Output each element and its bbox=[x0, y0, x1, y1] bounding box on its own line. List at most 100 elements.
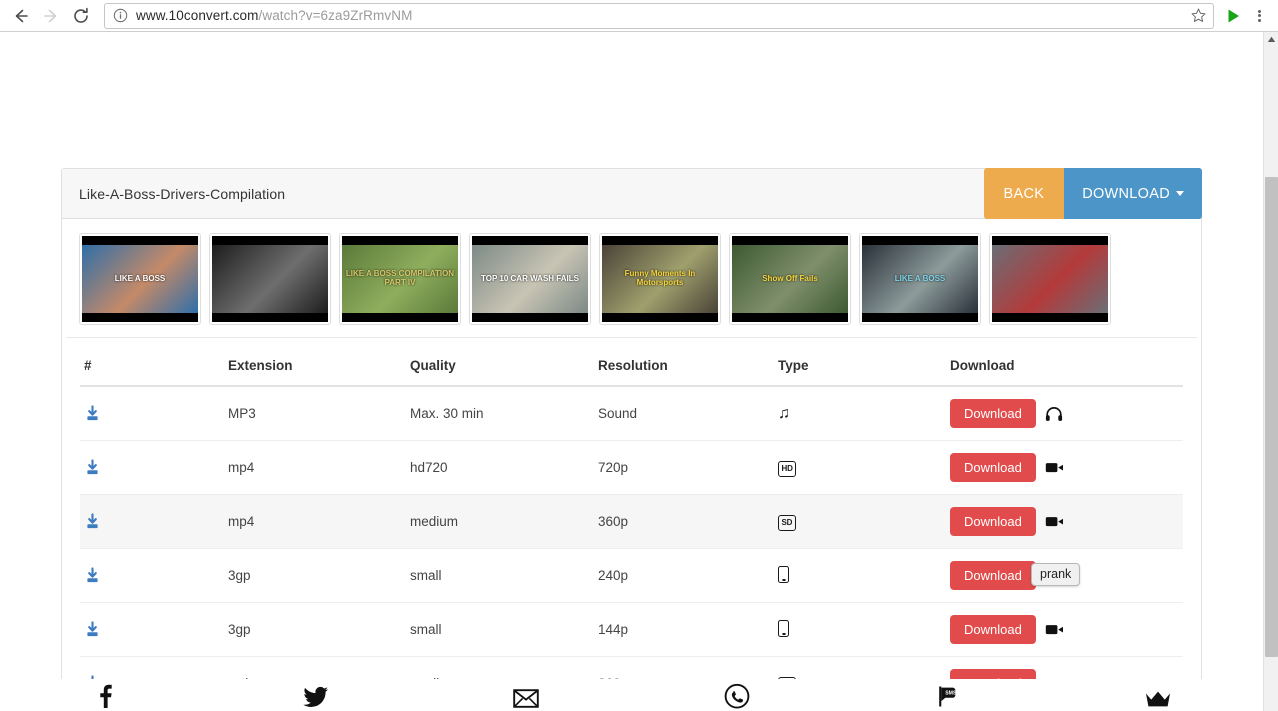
row-extension: MP3 bbox=[228, 386, 410, 441]
row-extension: mp4 bbox=[228, 494, 410, 549]
row-resolution: 720p bbox=[598, 440, 778, 495]
mobile-phone-icon bbox=[778, 619, 789, 637]
thumbnail-caption: Funny Moments In Motorsports bbox=[624, 269, 696, 287]
table-row[interactable]: 3gp small 240p Download bbox=[80, 548, 1183, 603]
back-button[interactable]: BACK bbox=[983, 168, 1065, 219]
row-download-button[interactable]: Download bbox=[950, 399, 1036, 428]
share-email-button[interactable] bbox=[421, 679, 632, 711]
download-arrow-icon bbox=[87, 405, 98, 421]
video-thumbnail[interactable]: TOP 10 CAR WASH FAILS bbox=[469, 233, 591, 325]
share-facebook-button[interactable] bbox=[0, 679, 211, 711]
mobile-phone-icon bbox=[778, 565, 789, 583]
scrollbar-thumb[interactable] bbox=[1265, 177, 1278, 657]
thumbnail-caption: LIKE A BOSS bbox=[894, 273, 946, 283]
row-download-cell: Download bbox=[950, 494, 1183, 549]
row-download-button[interactable]: Download bbox=[950, 507, 1036, 536]
row-download-button[interactable]: Download bbox=[950, 615, 1036, 644]
url-host: www.10convert.com bbox=[136, 8, 259, 23]
row-resolution: 360p bbox=[598, 494, 778, 549]
video-thumbnail[interactable]: LIKE A BOSS bbox=[859, 233, 981, 325]
browser-reload-button[interactable] bbox=[66, 1, 96, 31]
row-type: HD bbox=[778, 440, 950, 495]
row-resolution: 240p bbox=[598, 548, 778, 603]
video-camera-icon bbox=[1045, 625, 1063, 635]
row-download-button[interactable]: Download bbox=[950, 561, 1036, 590]
share-twitter-button[interactable] bbox=[211, 679, 422, 711]
address-bar[interactable]: www.10convert.com/watch?v=6za9ZrRmvNM bbox=[104, 2, 1214, 29]
page-viewport: Like-A-Boss-Drivers-Compilation BACK DOW… bbox=[0, 32, 1278, 711]
row-download-arrow-cell[interactable] bbox=[80, 494, 228, 549]
row-download-cell: Download bbox=[950, 602, 1183, 657]
row-extension: 3gp bbox=[228, 548, 410, 603]
row-download-cell: Download bbox=[950, 386, 1183, 441]
info-circle-icon[interactable] bbox=[113, 8, 128, 23]
thumbnail-image: Show Off Fails bbox=[732, 236, 848, 322]
browser-back-button[interactable] bbox=[6, 1, 36, 31]
browser-forward-button[interactable] bbox=[36, 1, 66, 31]
scroll-up-arrow-icon[interactable] bbox=[1264, 32, 1278, 47]
whatsapp-icon bbox=[724, 683, 750, 709]
share-crown-button[interactable] bbox=[1053, 679, 1264, 711]
panel-header: Like-A-Boss-Drivers-Compilation BACK DOW… bbox=[62, 168, 1202, 219]
star-icon[interactable] bbox=[1189, 7, 1207, 25]
formats-table-head: # Extension Quality Resolution Type Down… bbox=[80, 346, 1183, 387]
download-arrow-icon bbox=[87, 459, 98, 475]
table-header-row: # Extension Quality Resolution Type Down… bbox=[80, 346, 1183, 387]
thumbnail-strip: LIKE A BOSS LIKE A BOSS COMPILATION PART … bbox=[66, 219, 1197, 338]
download-cell-inner: Download bbox=[950, 615, 1183, 644]
row-download-arrow-cell[interactable] bbox=[80, 440, 228, 495]
table-row[interactable]: 3gp small 144p Download bbox=[80, 602, 1183, 657]
sms-icon: SMS bbox=[939, 686, 957, 707]
page-title: Like-A-Boss-Drivers-Compilation bbox=[79, 185, 286, 202]
row-extension: 3gp bbox=[228, 602, 410, 657]
row-quality: small bbox=[410, 548, 598, 603]
row-download-cell: Download bbox=[950, 440, 1183, 495]
table-row[interactable]: mp4 hd720 720p HD Download bbox=[80, 440, 1183, 495]
row-extension: mp4 bbox=[228, 440, 410, 495]
thumbnail-art bbox=[212, 244, 328, 314]
browser-menu-button[interactable] bbox=[1246, 2, 1272, 30]
share-sms-button[interactable]: SMS bbox=[842, 679, 1053, 711]
video-thumbnail[interactable]: LIKE A BOSS COMPILATION PART IV bbox=[339, 233, 461, 325]
download-arrow-icon bbox=[87, 621, 98, 637]
svg-text:SMS: SMS bbox=[945, 691, 957, 697]
table-row[interactable]: mp4 medium 360p SD Download bbox=[80, 494, 1183, 549]
thumbnail-caption: TOP 10 CAR WASH FAILS bbox=[481, 273, 579, 283]
chevron-down-icon bbox=[1176, 191, 1184, 196]
headphones-icon bbox=[1045, 406, 1062, 421]
download-cell-inner: Download bbox=[950, 453, 1183, 482]
column-header-resolution: Resolution bbox=[598, 346, 778, 387]
table-row[interactable]: MP3 Max. 30 min Sound ♫ Download bbox=[80, 386, 1183, 441]
video-thumbnail[interactable]: LIKE A BOSS bbox=[79, 233, 201, 325]
share-whatsapp-button[interactable] bbox=[632, 679, 843, 711]
music-note-icon: ♫ bbox=[778, 404, 790, 422]
download-cell-inner: Download bbox=[950, 507, 1183, 536]
page-scrollbar[interactable] bbox=[1263, 32, 1278, 711]
arrow-left-icon bbox=[15, 9, 28, 22]
thumbnail-art bbox=[992, 244, 1108, 314]
formats-table-wrapper: # Extension Quality Resolution Type Down… bbox=[62, 338, 1201, 711]
video-camera-icon bbox=[1045, 463, 1063, 473]
download-dropdown-button[interactable]: DOWNLOAD bbox=[1064, 168, 1202, 219]
thumbnail-image: LIKE A BOSS bbox=[862, 236, 978, 322]
video-thumbnail[interactable] bbox=[989, 233, 1111, 325]
extension-play-button[interactable] bbox=[1220, 2, 1246, 30]
email-icon bbox=[513, 689, 540, 708]
video-camera-icon bbox=[1045, 517, 1063, 527]
download-arrow-icon bbox=[87, 513, 98, 529]
thumbnail-image: LIKE A BOSS bbox=[82, 236, 198, 322]
formats-table-body: MP3 Max. 30 min Sound ♫ Download mp4 hd720 720p… bbox=[80, 386, 1183, 711]
row-download-button[interactable]: Download bbox=[950, 453, 1036, 482]
video-thumbnail[interactable]: Show Off Fails bbox=[729, 233, 851, 325]
thumbnail-image: Funny Moments In Motorsports bbox=[602, 236, 718, 322]
row-download-arrow-cell[interactable] bbox=[80, 602, 228, 657]
row-download-arrow-cell[interactable] bbox=[80, 548, 228, 603]
thumbnail-image bbox=[992, 236, 1108, 322]
column-header-quality: Quality bbox=[410, 346, 598, 387]
row-download-arrow-cell[interactable] bbox=[80, 386, 228, 441]
video-thumbnail[interactable]: Funny Moments In Motorsports bbox=[599, 233, 721, 325]
video-thumbnail[interactable] bbox=[209, 233, 331, 325]
page-content: Like-A-Boss-Drivers-Compilation BACK DOW… bbox=[0, 32, 1263, 711]
reload-icon bbox=[74, 7, 88, 23]
social-share-bar: SMS bbox=[0, 679, 1263, 711]
